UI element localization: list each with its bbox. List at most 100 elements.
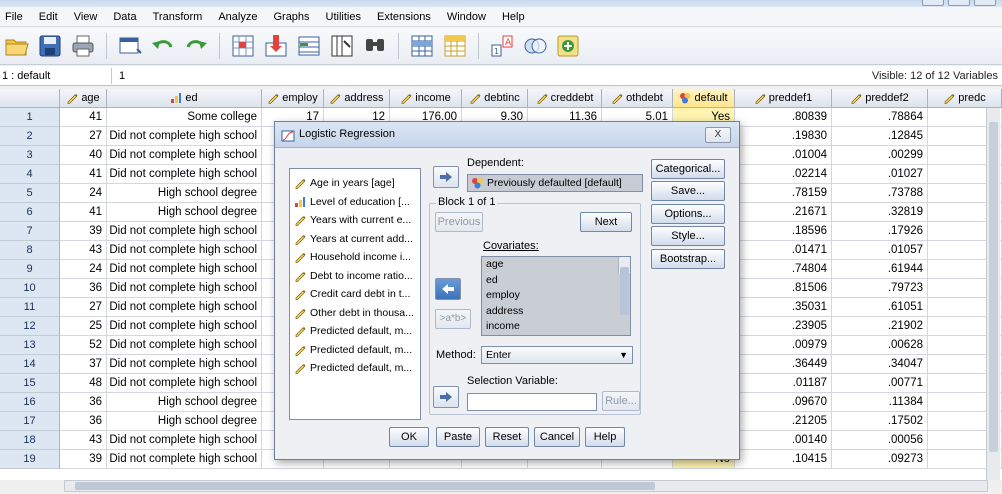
source-variable-list[interactable]: Age in years [age] Level of education [..… (289, 168, 421, 420)
row-header[interactable]: 18 (0, 431, 60, 450)
row-header[interactable]: 1 (0, 108, 60, 127)
rule-button[interactable]: Rule... (602, 391, 640, 411)
print-icon[interactable] (70, 33, 96, 59)
table-cell-age[interactable]: 48 (60, 374, 107, 393)
table-cell-preddef1[interactable]: .10415 (735, 450, 832, 469)
table-cell-preddef2[interactable]: .11384 (832, 393, 928, 412)
table-cell-preddef1[interactable]: .23905 (735, 317, 832, 336)
options-button[interactable]: Options... (651, 204, 725, 224)
row-header[interactable]: 5 (0, 184, 60, 203)
menu-graphs[interactable]: Graphs (265, 11, 317, 23)
row-header[interactable]: 2 (0, 127, 60, 146)
move-to-selection-button[interactable] (433, 386, 459, 408)
minimize-button[interactable] (922, 0, 944, 6)
column-header-preddef2[interactable]: preddef2 (832, 89, 928, 108)
covariate-item[interactable]: address (482, 304, 630, 320)
row-header[interactable]: 3 (0, 146, 60, 165)
table-cell-preddef1[interactable]: .00979 (735, 336, 832, 355)
column-header-creddebt[interactable]: creddebt (528, 89, 602, 108)
table-cell-preddef2[interactable]: .01057 (832, 241, 928, 260)
cancel-button[interactable]: Cancel (534, 427, 580, 447)
table-cell-preddef1[interactable]: .19830 (735, 127, 832, 146)
table-cell-age[interactable]: 27 (60, 127, 107, 146)
covariate-item[interactable]: age (482, 257, 630, 273)
variable-list-item[interactable]: Credit card debt in t... (290, 285, 420, 304)
table-cell-age[interactable]: 27 (60, 298, 107, 317)
variable-list-item[interactable]: Level of education [... (290, 193, 420, 212)
table-cell-preddef2[interactable]: .61051 (832, 298, 928, 317)
split-file-icon[interactable]: A1 (489, 33, 515, 59)
table-cell-preddef1[interactable]: .21671 (735, 203, 832, 222)
row-header[interactable]: 4 (0, 165, 60, 184)
column-header-income[interactable]: income (390, 89, 462, 108)
table-cell-ed[interactable]: Did not complete high school (107, 279, 262, 298)
table-cell-ed[interactable]: Did not complete high school (107, 222, 262, 241)
menu-utilities[interactable]: Utilities (318, 11, 369, 23)
table-cell-preddef1[interactable]: .18596 (735, 222, 832, 241)
table-cell-ed[interactable]: Did not complete high school (107, 355, 262, 374)
table-cell-ed[interactable]: High school degree (107, 203, 262, 222)
table-cell-preddef1[interactable]: .02214 (735, 165, 832, 184)
column-header-preddef1[interactable]: preddef1 (735, 89, 832, 108)
table-cell-age[interactable]: 36 (60, 393, 107, 412)
table-cell-age[interactable]: 24 (60, 260, 107, 279)
table-cell-preddef2[interactable]: .79723 (832, 279, 928, 298)
cell-value-field[interactable]: 1 (116, 68, 866, 84)
table-cell-ed[interactable]: High school degree (107, 184, 262, 203)
method-select[interactable]: Enter ▼ (481, 346, 633, 364)
covariate-item[interactable]: employ (482, 288, 630, 304)
table-cell-preddef2[interactable]: .78864 (832, 108, 928, 127)
table-cell-age[interactable]: 36 (60, 279, 107, 298)
table-cell-preddef2[interactable]: .17502 (832, 412, 928, 431)
column-header-predc[interactable]: predc (928, 89, 1002, 108)
horizontal-scrollbar[interactable] (64, 480, 988, 492)
table-cell-age[interactable]: 43 (60, 431, 107, 450)
table-cell-age[interactable]: 39 (60, 222, 107, 241)
dependent-field[interactable]: Previously defaulted [default] (467, 174, 643, 192)
previous-block-button[interactable]: Previous (435, 212, 483, 232)
covariates-list[interactable]: age ed employ address income (481, 256, 631, 336)
save-button[interactable]: Save... (651, 181, 725, 201)
row-header[interactable]: 12 (0, 317, 60, 336)
row-header[interactable]: 10 (0, 279, 60, 298)
table-cell-preddef2[interactable]: .00771 (832, 374, 928, 393)
table-cell-age[interactable]: 36 (60, 412, 107, 431)
row-header[interactable]: 13 (0, 336, 60, 355)
menu-window[interactable]: Window (439, 11, 494, 23)
table-cell-preddef1[interactable]: .74804 (735, 260, 832, 279)
save-icon[interactable] (37, 33, 63, 59)
variable-list-item[interactable]: Age in years [age] (290, 174, 420, 193)
row-header[interactable]: 9 (0, 260, 60, 279)
categorical-button[interactable]: Categorical... (651, 159, 725, 179)
table-cell-preddef2[interactable]: .32819 (832, 203, 928, 222)
goto-variable-icon[interactable] (263, 33, 289, 59)
table-cell-ed[interactable]: Did not complete high school (107, 317, 262, 336)
goto-case-icon[interactable] (230, 33, 256, 59)
variable-list-item[interactable]: Household income i... (290, 248, 420, 267)
table-cell-preddef1[interactable]: .21205 (735, 412, 832, 431)
variable-list-item[interactable]: Predicted default, m... (290, 359, 420, 378)
covariates-scrollbar[interactable] (618, 257, 630, 315)
covariate-item[interactable]: income (482, 319, 630, 335)
menu-file[interactable]: File (0, 11, 31, 23)
table-cell-age[interactable]: 41 (60, 165, 107, 184)
table-cell-ed[interactable]: Did not complete high school (107, 431, 262, 450)
table-cell-age[interactable]: 37 (60, 355, 107, 374)
table-cell-preddef1[interactable]: .09670 (735, 393, 832, 412)
table-cell-age[interactable]: 39 (60, 450, 107, 469)
vertical-scrollbar[interactable] (986, 108, 1000, 480)
select-cases-icon[interactable] (522, 33, 548, 59)
table-cell-ed[interactable]: Some college (107, 108, 262, 127)
table-cell-preddef1[interactable]: .36449 (735, 355, 832, 374)
table-cell-ed[interactable]: Did not complete high school (107, 127, 262, 146)
find-icon[interactable] (362, 33, 388, 59)
column-header-address[interactable]: address (324, 89, 390, 108)
table-cell-ed[interactable]: Did not complete high school (107, 298, 262, 317)
table-cell-ed[interactable]: Did not complete high school (107, 241, 262, 260)
table-cell-age[interactable]: 41 (60, 203, 107, 222)
menu-help[interactable]: Help (494, 11, 533, 23)
row-header[interactable]: 16 (0, 393, 60, 412)
table-cell-ed[interactable]: Did not complete high school (107, 336, 262, 355)
grid-corner[interactable] (0, 89, 60, 108)
covariates-scroll-thumb[interactable] (620, 267, 629, 315)
